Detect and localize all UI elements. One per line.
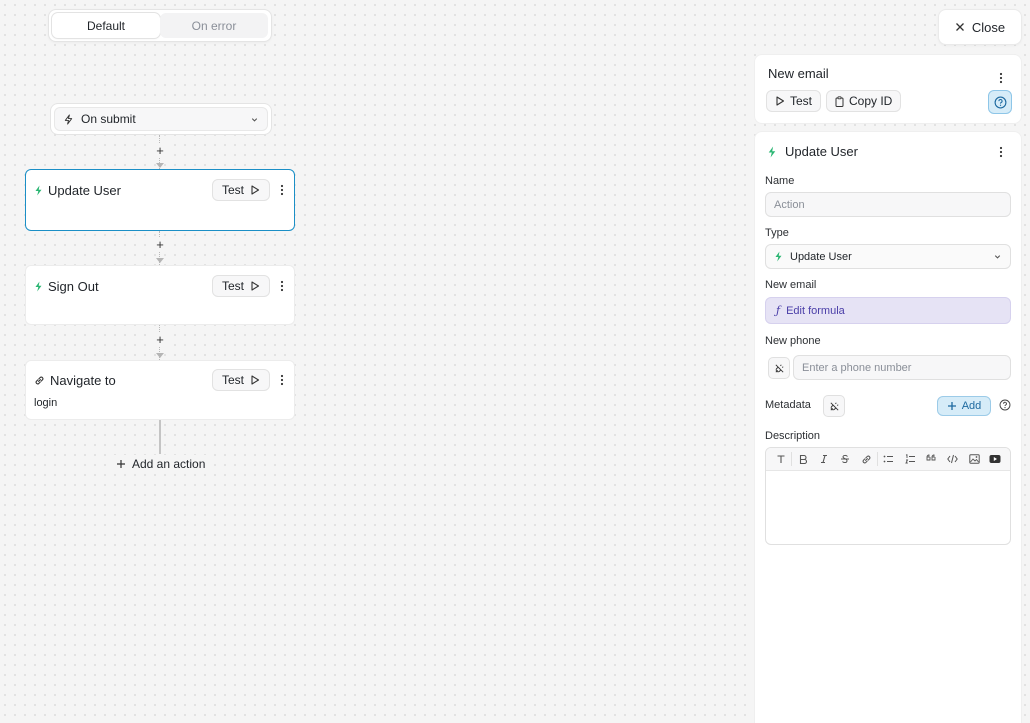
metadata-label: Metadata xyxy=(765,399,811,411)
chevron-down-icon xyxy=(250,115,259,124)
connector-arrow-icon xyxy=(156,163,164,168)
tab-default[interactable]: Default xyxy=(52,13,160,38)
action-properties-panel: Update User Name Action Type Update User… xyxy=(754,131,1022,723)
plus-icon xyxy=(947,401,957,411)
play-icon xyxy=(250,375,260,385)
bold-icon[interactable] xyxy=(792,448,813,470)
flow-mode-toggle: Default On error xyxy=(48,9,272,42)
new-email-label: New email xyxy=(765,279,817,291)
bullet-list-icon[interactable] xyxy=(878,448,899,470)
add-action-button[interactable]: Add an action xyxy=(112,455,210,473)
name-label: Name xyxy=(765,175,795,187)
test-action-button[interactable]: Test xyxy=(211,275,270,297)
edit-formula-label: Edit formula xyxy=(786,304,845,317)
strikethrough-icon[interactable] xyxy=(835,448,856,470)
code-icon[interactable] xyxy=(942,448,963,470)
action-title: Update User xyxy=(48,182,121,198)
new-phone-label: New phone xyxy=(765,335,821,347)
insert-action-plus-icon[interactable]: + xyxy=(153,237,167,252)
play-icon xyxy=(250,185,260,195)
type-select[interactable]: Update User xyxy=(765,244,1011,269)
type-value: Update User xyxy=(790,250,852,263)
play-icon xyxy=(775,96,785,106)
close-icon xyxy=(955,22,965,32)
plus-icon xyxy=(116,459,126,469)
play-icon xyxy=(250,281,260,291)
type-label: Type xyxy=(765,227,789,239)
question-circle-icon[interactable] xyxy=(999,399,1011,411)
test-label: Test xyxy=(221,183,244,197)
copy-id-button[interactable]: Copy ID xyxy=(826,90,902,112)
action-title: Sign Out xyxy=(48,278,99,294)
tab-on-error[interactable]: On error xyxy=(160,13,268,38)
panel-title: Update User xyxy=(785,144,858,159)
test-workflow-button[interactable]: Test xyxy=(766,90,822,112)
test-action-button[interactable]: Test xyxy=(211,179,270,201)
trigger-node: On submit xyxy=(50,103,272,135)
connector-arrow-icon xyxy=(156,258,164,263)
phone-input[interactable]: Enter a phone number xyxy=(793,355,1011,380)
plug-off-icon xyxy=(774,363,785,374)
edit-formula-button[interactable]: ƒ Edit formula xyxy=(765,297,1011,324)
lightning-icon xyxy=(774,251,783,262)
plug-off-icon xyxy=(829,401,840,412)
add-action-label: Add an action xyxy=(132,457,206,471)
name-input[interactable]: Action xyxy=(765,192,1011,217)
action-card-sign-out[interactable]: Sign Out Test xyxy=(25,265,295,325)
bolt-outline-icon xyxy=(63,113,74,125)
test-action-button[interactable]: Test xyxy=(211,369,270,391)
question-circle-icon xyxy=(994,96,1007,109)
chevron-down-icon xyxy=(993,252,1002,261)
italic-icon[interactable] xyxy=(814,448,835,470)
insert-action-plus-icon[interactable]: + xyxy=(153,332,167,347)
numbered-list-icon[interactable] xyxy=(900,448,921,470)
link-icon xyxy=(34,375,45,386)
insert-action-plus-icon[interactable]: + xyxy=(153,143,167,158)
editor-toolbar xyxy=(766,448,1010,471)
workflow-header-panel: New email Test Copy ID xyxy=(754,54,1022,124)
close-button[interactable]: Close xyxy=(938,9,1022,45)
action-title: Navigate to xyxy=(50,372,116,388)
add-metadata-button[interactable]: Add xyxy=(937,396,991,416)
test-label: Test xyxy=(790,94,813,108)
clipboard-icon xyxy=(835,95,844,107)
text-style-icon[interactable] xyxy=(770,448,791,470)
copy-id-label: Copy ID xyxy=(849,94,893,108)
description-editor[interactable] xyxy=(765,447,1011,545)
trigger-select[interactable]: On submit xyxy=(54,107,268,131)
action-subtitle: login xyxy=(34,397,58,409)
panel-header: Update User xyxy=(767,144,858,159)
more-options-icon[interactable] xyxy=(999,72,1003,84)
unbind-toggle[interactable] xyxy=(768,357,790,379)
test-label: Test xyxy=(221,373,244,387)
unbind-toggle[interactable] xyxy=(823,395,845,417)
link-icon[interactable] xyxy=(856,448,877,470)
action-card-update-user[interactable]: Update User Test xyxy=(25,169,295,231)
close-label: Close xyxy=(971,19,1006,35)
more-options-icon[interactable] xyxy=(280,280,284,292)
description-label: Description xyxy=(765,430,821,442)
connector-line xyxy=(159,420,161,454)
workflow-title: New email xyxy=(768,66,829,81)
help-button[interactable] xyxy=(988,90,1012,114)
trigger-label: On submit xyxy=(81,112,136,126)
more-options-icon[interactable] xyxy=(280,184,284,196)
more-options-icon[interactable] xyxy=(280,374,284,386)
image-icon[interactable] xyxy=(963,448,984,470)
test-label: Test xyxy=(221,279,244,293)
quote-icon[interactable] xyxy=(921,448,942,470)
more-options-icon[interactable] xyxy=(999,146,1003,158)
action-card-navigate[interactable]: Navigate to Test login xyxy=(25,360,295,420)
add-label: Add xyxy=(961,400,982,412)
function-icon: ƒ xyxy=(776,304,781,317)
lightning-icon xyxy=(34,185,43,196)
connector-arrow-icon xyxy=(156,353,164,358)
video-icon[interactable] xyxy=(985,448,1006,470)
lightning-icon xyxy=(767,146,777,158)
lightning-icon xyxy=(34,281,43,292)
